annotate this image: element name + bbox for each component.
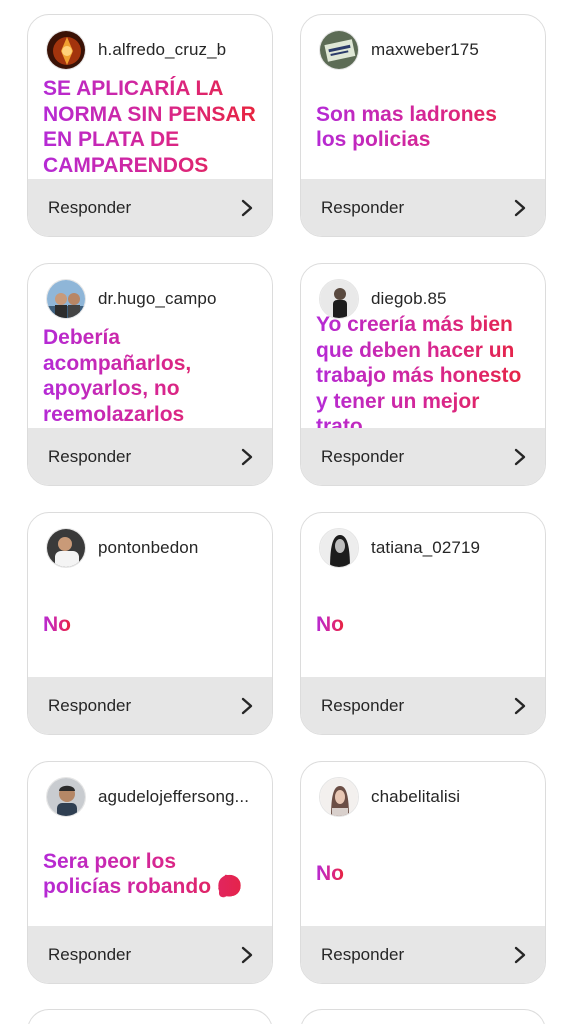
chevron-right-icon xyxy=(241,946,253,963)
reply-label: Responder xyxy=(321,197,405,217)
response-card-partial[interactable] xyxy=(27,1009,273,1024)
avatar-fire-icon[interactable] xyxy=(46,30,86,70)
chevron-right-icon xyxy=(241,199,253,216)
reply-label: Responder xyxy=(48,695,132,715)
response-card[interactable]: dr.hugo_campo Debería acompañarlos, apoy… xyxy=(27,263,273,486)
reply-label: Responder xyxy=(321,446,405,466)
card-header: tatiana_02719 xyxy=(319,527,531,569)
response-text: No xyxy=(316,613,344,637)
card-body: SE APLICARÍA LA NORMA SIN PENSAR EN PLAT… xyxy=(43,75,260,179)
chevron-right-icon xyxy=(514,199,526,216)
username[interactable]: agudelojeffersong... xyxy=(98,787,249,807)
response-card[interactable]: agudelojeffersong... Sera peor los polic… xyxy=(27,761,273,984)
card-body: No xyxy=(316,822,533,926)
reply-label: Responder xyxy=(48,446,132,466)
response-card[interactable]: diegob.85 Yo creería más bien que deben … xyxy=(300,263,546,486)
avatar-woman-bw-icon[interactable] xyxy=(319,528,359,568)
chevron-right-icon xyxy=(241,448,253,465)
response-card[interactable]: tatiana_02719 No Responder xyxy=(300,512,546,735)
response-text: SE APLICARÍA LA NORMA SIN PENSAR EN PLAT… xyxy=(43,76,260,178)
card-header: maxweber175 xyxy=(319,29,531,71)
card-header: agudelojeffersong... xyxy=(46,776,258,818)
username[interactable]: pontonbedon xyxy=(98,538,198,558)
reply-button[interactable]: Responder xyxy=(28,428,272,485)
username[interactable]: diegob.85 xyxy=(371,289,447,309)
card-header: chabelitalisi xyxy=(319,776,531,818)
reply-label: Responder xyxy=(48,197,132,217)
reply-button[interactable]: Responder xyxy=(28,179,272,236)
response-card[interactable]: h.alfredo_cruz_b SE APLICARÍA LA NORMA S… xyxy=(27,14,273,237)
response-text: No xyxy=(43,613,71,637)
response-text: Debería acompañarlos, apoyarlos, no reem… xyxy=(43,325,260,427)
reply-button[interactable]: Responder xyxy=(28,677,272,734)
chevron-right-icon xyxy=(514,448,526,465)
card-header: dr.hugo_campo xyxy=(46,278,258,320)
reply-label: Responder xyxy=(48,944,132,964)
card-body: Debería acompañarlos, apoyarlos, no reem… xyxy=(43,324,260,428)
response-text: Sera peor los policías robando 🤔 xyxy=(43,849,260,900)
question-responses-grid: h.alfredo_cruz_b SE APLICARÍA LA NORMA S… xyxy=(0,0,572,1024)
card-body: No xyxy=(316,573,533,677)
card-body: Yo creería más bien que deben hacer un t… xyxy=(316,313,533,438)
avatar-group-icon[interactable] xyxy=(46,279,86,319)
avatar-woman-light-icon[interactable] xyxy=(319,777,359,817)
reply-button[interactable]: Responder xyxy=(28,926,272,983)
response-text: Yo creería más bien que deben hacer un t… xyxy=(316,312,533,440)
response-card[interactable]: pontonbedon No Responder xyxy=(27,512,273,735)
avatar-person-white-icon[interactable] xyxy=(46,528,86,568)
reply-label: Responder xyxy=(321,695,405,715)
response-text: Son mas ladrones los policias xyxy=(316,102,533,153)
card-body: Sera peor los policías robando 🤔 xyxy=(43,822,260,926)
reply-button[interactable]: Responder xyxy=(301,926,545,983)
response-card[interactable]: chabelitalisi No Responder xyxy=(300,761,546,984)
response-text: No xyxy=(316,862,344,886)
chevron-right-icon xyxy=(514,946,526,963)
reply-button[interactable]: Responder xyxy=(301,677,545,734)
username[interactable]: maxweber175 xyxy=(371,40,479,60)
card-body: No xyxy=(43,573,260,677)
response-card-partial[interactable] xyxy=(300,1009,546,1024)
username[interactable]: h.alfredo_cruz_b xyxy=(98,40,226,60)
username[interactable]: chabelitalisi xyxy=(371,787,460,807)
avatar-sign-icon[interactable] xyxy=(319,30,359,70)
chevron-right-icon xyxy=(241,697,253,714)
username[interactable]: dr.hugo_campo xyxy=(98,289,217,309)
card-header: h.alfredo_cruz_b xyxy=(46,29,258,71)
card-body: Son mas ladrones los policias xyxy=(316,75,533,179)
reply-label: Responder xyxy=(321,944,405,964)
reply-button[interactable]: Responder xyxy=(301,428,545,485)
reply-button[interactable]: Responder xyxy=(301,179,545,236)
response-card[interactable]: maxweber175 Son mas ladrones los policia… xyxy=(300,14,546,237)
username[interactable]: tatiana_02719 xyxy=(371,538,480,558)
card-header: pontonbedon xyxy=(46,527,258,569)
chevron-right-icon xyxy=(514,697,526,714)
avatar-man-icon[interactable] xyxy=(46,777,86,817)
